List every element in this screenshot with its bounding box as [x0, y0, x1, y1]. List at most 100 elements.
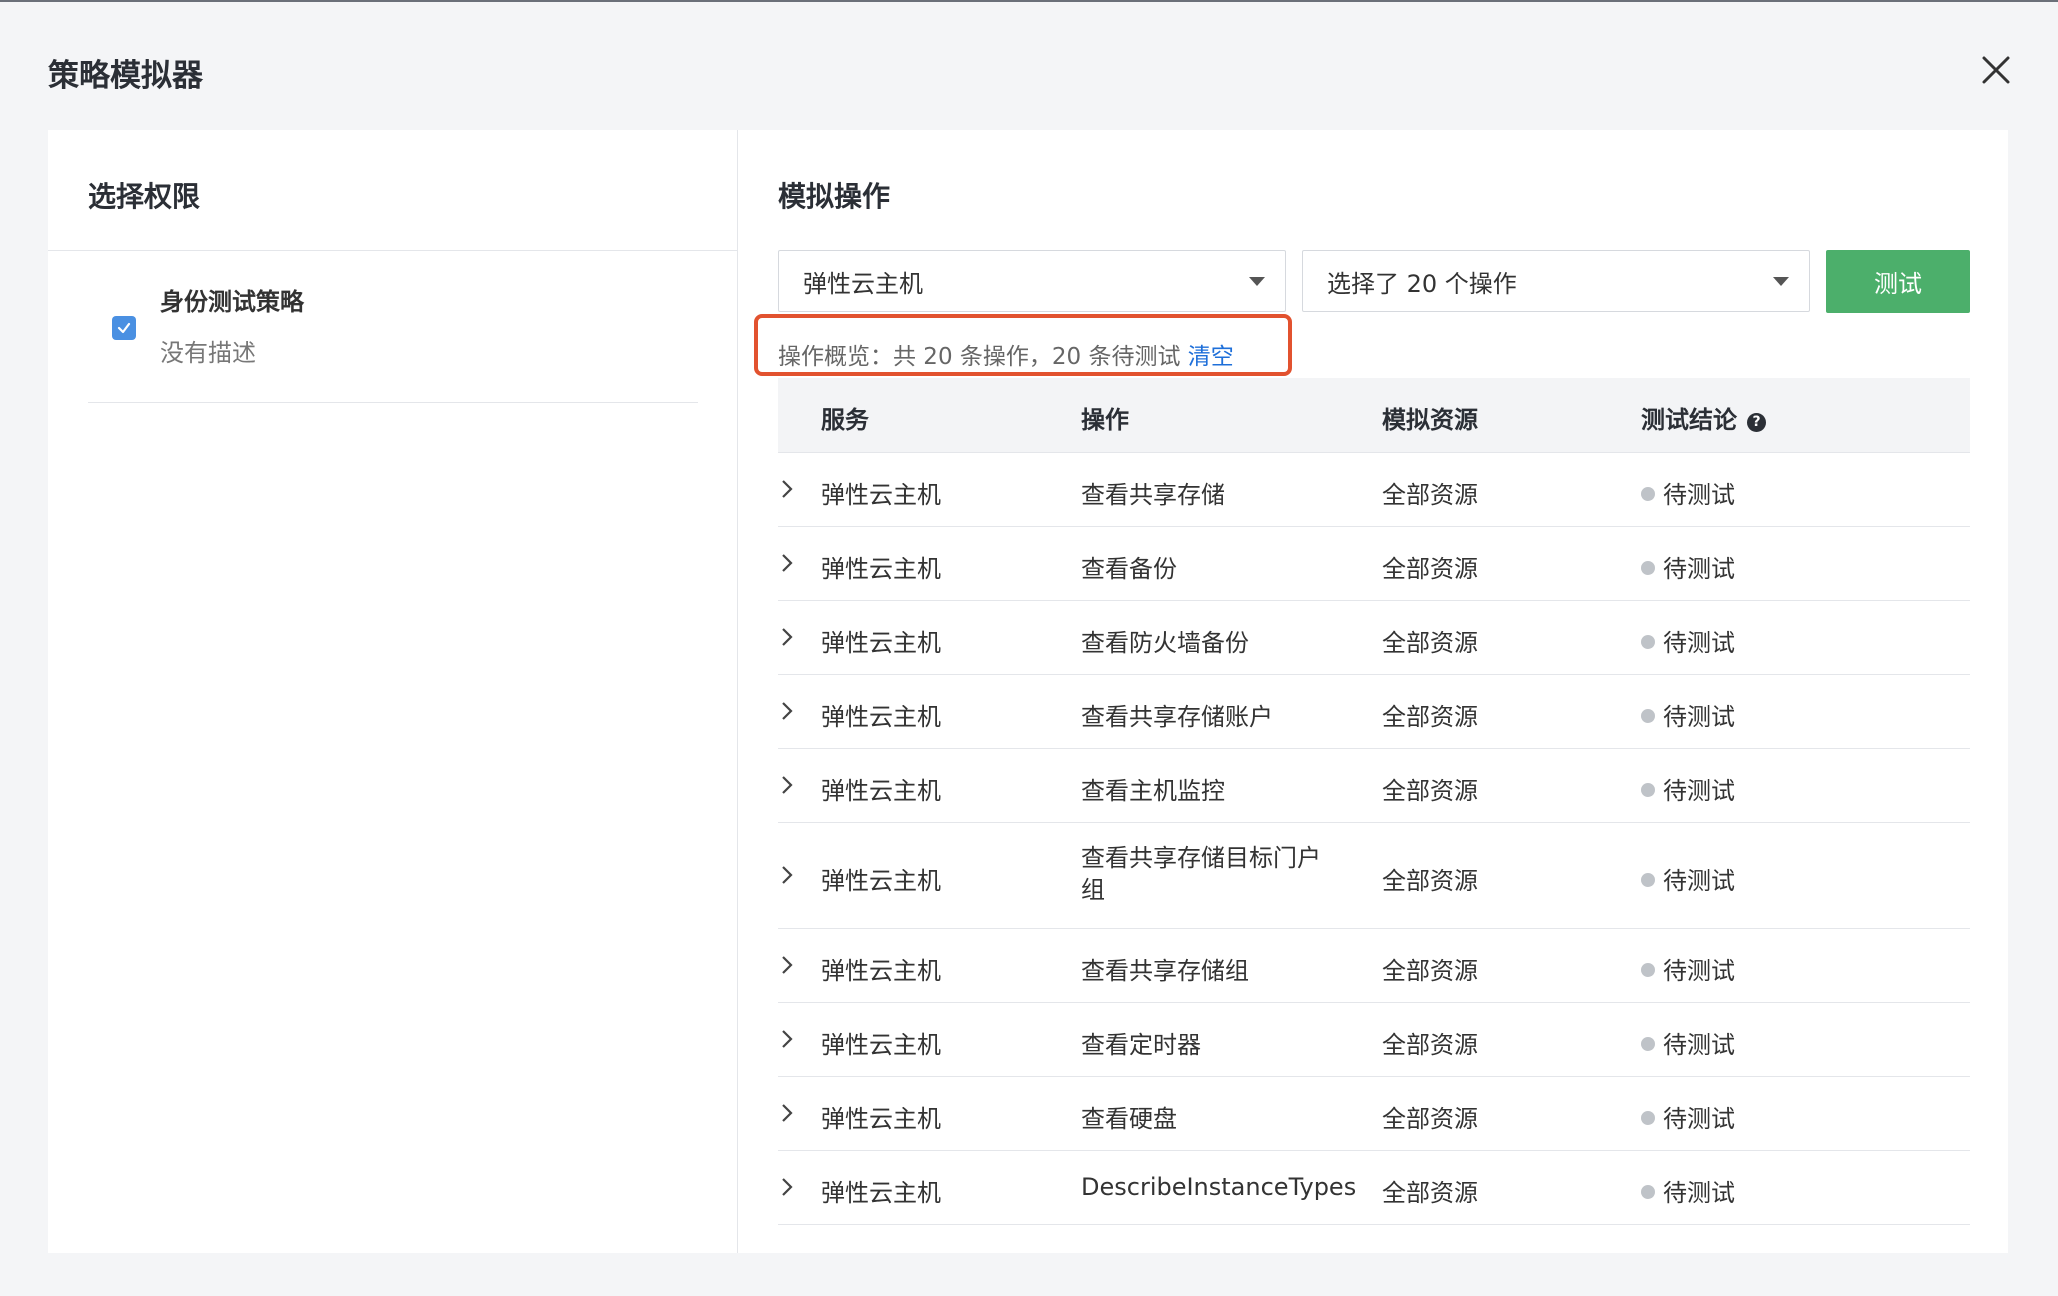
test-button[interactable]: 测试 — [1826, 250, 1970, 313]
chevron-right-icon[interactable] — [778, 551, 796, 575]
status-text: 待测试 — [1663, 957, 1735, 985]
cell-service: 弹性云主机 — [821, 1179, 941, 1207]
header-service: 服务 — [821, 406, 869, 434]
cell-action-line2: 组 — [1081, 876, 1105, 904]
cell-service: 弹性云主机 — [821, 867, 941, 895]
divider — [48, 250, 737, 251]
table-header: 服务 操作 模拟资源 测试结论? — [778, 378, 1970, 453]
status-text: 待测试 — [1663, 481, 1735, 509]
close-icon[interactable] — [1976, 50, 2016, 90]
policy-description: 没有描述 — [160, 339, 256, 367]
cell-action: 查看定时器 — [1081, 1031, 1201, 1059]
cell-action-line1: 查看共享存储目标门户 — [1081, 844, 1321, 872]
table-row: 弹性云主机 DescribeInstanceTypes 全部资源 待测试 — [778, 1151, 1970, 1225]
status-text: 待测试 — [1663, 867, 1735, 895]
cell-resource: 全部资源 — [1382, 629, 1478, 657]
operation-summary: 操作概览：共 20 条操作，20 条待测试 清空 — [778, 337, 1234, 371]
top-border — [0, 0, 2058, 2]
status-text: 待测试 — [1663, 703, 1735, 731]
cell-action: 查看备份 — [1081, 555, 1177, 583]
action-select-value: 选择了 20 个操作 — [1327, 269, 1517, 298]
cell-resource: 全部资源 — [1382, 555, 1478, 583]
cell-action: 查看共享存储组 — [1081, 957, 1249, 985]
status-dot — [1641, 487, 1655, 501]
cell-resource: 全部资源 — [1382, 867, 1478, 895]
status-text: 待测试 — [1663, 555, 1735, 583]
action-select[interactable]: 选择了 20 个操作 — [1302, 250, 1810, 312]
table-row: 弹性云主机 查看共享存储组 全部资源 待测试 — [778, 929, 1970, 1003]
chevron-right-icon[interactable] — [778, 1175, 796, 1199]
policy-checkbox[interactable] — [112, 316, 136, 340]
status-badge: 待测试 — [1641, 549, 1735, 584]
status-text: 待测试 — [1663, 1031, 1735, 1059]
summary-text: 操作概览：共 20 条操作，20 条待测试 — [778, 344, 1181, 370]
caret-down-icon — [1249, 277, 1265, 286]
header-result-label: 测试结论 — [1641, 406, 1737, 434]
cell-service: 弹性云主机 — [821, 1031, 941, 1059]
policy-name: 身份测试策略 — [160, 288, 304, 316]
status-text: 待测试 — [1663, 1105, 1735, 1133]
chevron-right-icon[interactable] — [778, 477, 796, 501]
status-dot — [1641, 709, 1655, 723]
right-panel-title: 模拟操作 — [778, 180, 891, 213]
service-select[interactable]: 弹性云主机 — [778, 250, 1286, 312]
cell-service: 弹性云主机 — [821, 777, 941, 805]
chevron-right-icon[interactable] — [778, 773, 796, 797]
chevron-right-icon[interactable] — [778, 1027, 796, 1051]
cell-service: 弹性云主机 — [821, 703, 941, 731]
header-resource: 模拟资源 — [1382, 406, 1478, 434]
status-dot — [1641, 635, 1655, 649]
table-row: 弹性云主机 查看共享存储 全部资源 待测试 — [778, 453, 1970, 527]
cell-resource: 全部资源 — [1382, 481, 1478, 509]
status-badge: 待测试 — [1641, 623, 1735, 658]
chevron-right-icon[interactable] — [778, 625, 796, 649]
table-row: 弹性云主机 查看硬盘 全部资源 待测试 — [778, 1077, 1970, 1151]
caret-down-icon — [1773, 277, 1789, 286]
status-dot — [1641, 873, 1655, 887]
cell-resource: 全部资源 — [1382, 957, 1478, 985]
chevron-right-icon[interactable] — [778, 953, 796, 977]
status-badge: 待测试 — [1641, 697, 1735, 732]
help-icon[interactable]: ? — [1747, 413, 1766, 432]
status-badge: 待测试 — [1641, 1099, 1735, 1134]
status-dot — [1641, 1037, 1655, 1051]
cell-action: DescribeInstanceTypes — [1081, 1173, 1357, 1201]
table-row: 弹性云主机 查看备份 全部资源 待测试 — [778, 527, 1970, 601]
cell-resource: 全部资源 — [1382, 1105, 1478, 1133]
cell-action: 查看共享存储账户 — [1081, 703, 1273, 731]
status-badge: 待测试 — [1641, 951, 1735, 986]
cell-resource: 全部资源 — [1382, 703, 1478, 731]
chevron-right-icon[interactable] — [778, 1101, 796, 1125]
status-dot — [1641, 783, 1655, 797]
status-dot — [1641, 1185, 1655, 1199]
status-dot — [1641, 1111, 1655, 1125]
cell-service: 弹性云主机 — [821, 481, 941, 509]
status-text: 待测试 — [1663, 777, 1735, 805]
table-row: 弹性云主机 查看主机监控 全部资源 待测试 — [778, 749, 1970, 823]
status-badge: 待测试 — [1641, 475, 1735, 510]
dialog-title: 策略模拟器 — [48, 58, 203, 94]
cell-resource: 全部资源 — [1382, 777, 1478, 805]
clear-link[interactable]: 清空 — [1188, 344, 1234, 370]
status-badge: 待测试 — [1641, 1173, 1735, 1208]
cell-action: 查看硬盘 — [1081, 1105, 1177, 1133]
cell-service: 弹性云主机 — [821, 957, 941, 985]
cell-resource: 全部资源 — [1382, 1179, 1478, 1207]
cell-resource: 全部资源 — [1382, 1031, 1478, 1059]
right-panel: 模拟操作 弹性云主机 选择了 20 个操作 测试 操作概览：共 20 条操作，2… — [738, 130, 2008, 1253]
dialog-card: 选择权限 身份测试策略 没有描述 模拟操作 弹性云主机 选择了 20 个操作 测… — [48, 130, 2008, 1253]
service-select-value: 弹性云主机 — [803, 269, 923, 298]
chevron-right-icon[interactable] — [778, 863, 796, 887]
check-icon — [117, 322, 131, 334]
status-text: 待测试 — [1663, 1179, 1735, 1207]
cell-service: 弹性云主机 — [821, 629, 941, 657]
header-result: 测试结论? — [1641, 400, 1766, 435]
status-badge: 待测试 — [1641, 861, 1735, 896]
cell-action: 查看主机监控 — [1081, 777, 1225, 805]
chevron-right-icon[interactable] — [778, 699, 796, 723]
status-badge: 待测试 — [1641, 771, 1735, 806]
table-row: 弹性云主机 查看定时器 全部资源 待测试 — [778, 1003, 1970, 1077]
cell-action: 查看共享存储 — [1081, 481, 1225, 509]
status-dot — [1641, 561, 1655, 575]
cell-service: 弹性云主机 — [821, 1105, 941, 1133]
